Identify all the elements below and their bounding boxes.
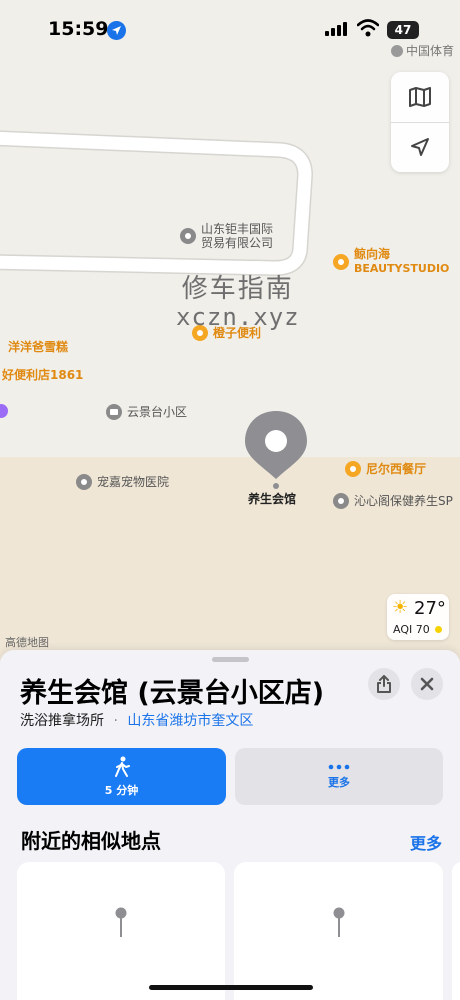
place-subtitle: 洗浴推拿场所 · 山东省潍坊市奎文区 bbox=[20, 710, 253, 730]
nearby-more-link[interactable]: 更多 bbox=[410, 830, 442, 854]
close-button[interactable] bbox=[411, 668, 443, 700]
poi-jingxianghai[interactable]: 鲸向海 BEAUTYSTUDIO bbox=[333, 247, 449, 276]
aqi-indicator bbox=[435, 626, 442, 633]
poi-label: 洋洋爸雪糕 bbox=[8, 340, 69, 354]
restaurant-icon bbox=[345, 460, 361, 477]
poi-pin-icon bbox=[333, 492, 349, 509]
nearby-section-title: 附近的相似地点 bbox=[21, 829, 161, 853]
cellular-signal-icon bbox=[325, 22, 347, 36]
poi-nier-restaurant[interactable]: 尼尔西餐厅 bbox=[345, 460, 426, 477]
location-services-icon bbox=[107, 21, 126, 40]
nearby-place-card[interactable] bbox=[452, 862, 460, 1000]
poi-pin-icon bbox=[391, 44, 403, 57]
temperature: 27° bbox=[414, 598, 446, 619]
walking-time-label: 5 分钟 bbox=[104, 783, 139, 797]
poi-label: 鲸向海 bbox=[354, 247, 391, 261]
poi-label: 贸易有限公司 bbox=[201, 236, 274, 250]
place-pin-icon bbox=[333, 907, 344, 937]
place-category: 洗浴推拿场所 bbox=[20, 713, 104, 729]
watermark: 修车指南 xczn.xyz bbox=[176, 275, 300, 331]
sun-icon: ☀ bbox=[392, 597, 409, 618]
close-icon bbox=[420, 677, 434, 691]
clock: 15:59 bbox=[48, 18, 109, 40]
poi-pin-icon bbox=[180, 228, 196, 244]
map-icon bbox=[409, 87, 431, 107]
ellipsis-icon bbox=[328, 764, 350, 769]
poi-yangyang-cake[interactable]: 洋洋爸雪糕 bbox=[8, 338, 68, 355]
map-attribution[interactable]: 高德地图 bbox=[5, 634, 49, 650]
poi-label: 宠嘉宠物医院 bbox=[97, 475, 170, 489]
map-controls bbox=[391, 72, 449, 172]
residence-icon bbox=[106, 403, 122, 420]
poi-qinxinge[interactable]: 沁心阁保健养生SP bbox=[333, 492, 453, 509]
nearby-place-card[interactable] bbox=[234, 862, 443, 1000]
poi-label: BEAUTYSTUDIO bbox=[354, 262, 450, 275]
poi-yunjingtai[interactable]: 云景台小区 bbox=[106, 403, 187, 420]
more-actions-label: 更多 bbox=[328, 775, 350, 789]
map-mode-button[interactable] bbox=[391, 72, 449, 122]
home-indicator[interactable] bbox=[149, 985, 313, 990]
poi-trade-company[interactable]: 山东钜丰国际 贸易有限公司 bbox=[180, 222, 273, 250]
walking-directions-button[interactable]: 5 分钟 bbox=[17, 748, 226, 805]
nearby-place-card[interactable] bbox=[17, 862, 225, 1000]
map-view[interactable]: 山东钜丰国际 贸易有限公司 鲸向海 BEAUTYSTUDIO 洋洋爸雪糕 橙子便… bbox=[0, 0, 460, 660]
weather-widget[interactable]: ☀ 27° AQI 70 bbox=[387, 594, 449, 640]
selected-location-pin-icon[interactable] bbox=[243, 409, 309, 489]
location-arrow-icon bbox=[411, 138, 429, 156]
poi-label: 山东钜丰国际 bbox=[201, 222, 274, 236]
shop-icon bbox=[333, 253, 349, 270]
aqi-value: AQI 70 bbox=[393, 623, 430, 636]
poi-pin-icon bbox=[76, 473, 92, 490]
watermark-title: 修车指南 bbox=[181, 274, 294, 304]
poi-label: 沁心阁保健养生SP bbox=[354, 494, 453, 508]
poi-label: 中国体育 bbox=[406, 44, 455, 58]
wifi-icon bbox=[357, 19, 379, 37]
poi-top-right[interactable]: 中国体育 bbox=[391, 42, 454, 59]
battery-indicator: 47 bbox=[387, 21, 419, 39]
poi-label: 好便利店1861 bbox=[2, 368, 84, 382]
subtitle-separator: · bbox=[113, 713, 118, 729]
poi-haobianli[interactable]: 好便利店1861 bbox=[2, 366, 83, 383]
place-title: 养生会馆 (云景台小区店) bbox=[20, 678, 325, 709]
share-icon bbox=[377, 675, 391, 693]
status-bar: 15:59 47 中国体育 bbox=[0, 0, 460, 60]
share-button[interactable] bbox=[368, 668, 400, 700]
poi-pet-hospital[interactable]: 宠嘉宠物医院 bbox=[76, 473, 169, 490]
walking-icon bbox=[114, 756, 130, 777]
watermark-url: xczn.xyz bbox=[176, 303, 300, 331]
poi-label: 尼尔西餐厅 bbox=[366, 462, 427, 476]
place-pin-icon bbox=[115, 907, 127, 937]
selected-place-label: 养生会馆 bbox=[248, 492, 297, 506]
place-location-link[interactable]: 山东省潍坊市奎文区 bbox=[127, 713, 253, 729]
sheet-grabber[interactable] bbox=[212, 657, 249, 662]
poi-label: 云景台小区 bbox=[127, 405, 188, 419]
locate-me-button[interactable] bbox=[391, 122, 449, 172]
place-detail-sheet: 养生会馆 (云景台小区店) 洗浴推拿场所 · 山东省潍坊市奎文区 5 分钟 更多… bbox=[0, 650, 460, 1000]
more-actions-button[interactable]: 更多 bbox=[235, 748, 443, 805]
